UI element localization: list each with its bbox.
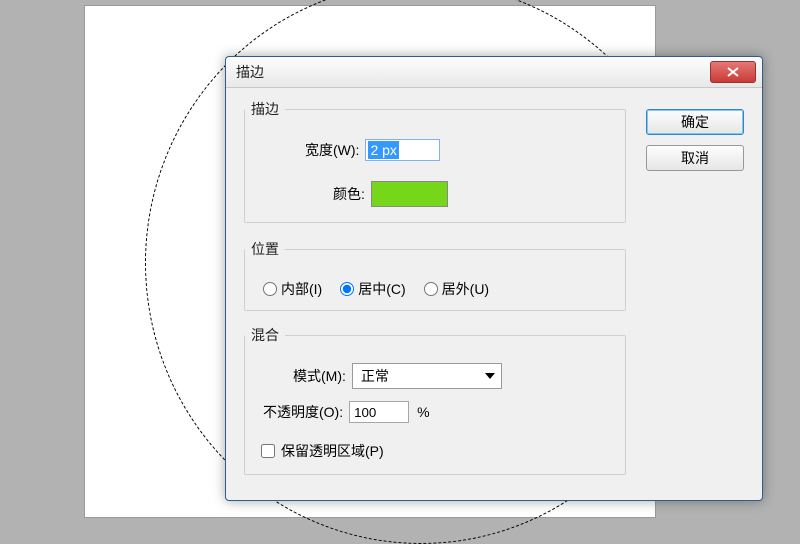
close-button[interactable] <box>710 61 756 83</box>
radio-center-label: 居中(C) <box>358 279 405 299</box>
dialog-body: 描边 宽度(W): 2 px 颜色: 位置 内部(I) <box>226 87 762 500</box>
color-row: 颜色: <box>333 181 448 207</box>
radio-center-input[interactable] <box>340 282 354 296</box>
radio-inside-input[interactable] <box>263 282 277 296</box>
mode-label: 模式(M): <box>293 366 346 386</box>
opacity-label: 不透明度(O): <box>263 402 343 422</box>
cancel-button[interactable]: 取消 <box>646 145 744 171</box>
width-input-selection: 2 px <box>368 141 398 159</box>
dialog-title: 描边 <box>236 62 710 82</box>
width-input-wrap: 2 px <box>365 139 440 161</box>
width-row: 宽度(W): 2 px <box>305 139 440 161</box>
preserve-label: 保留透明区域(P) <box>281 441 384 461</box>
radio-outside-input[interactable] <box>424 282 438 296</box>
opacity-input[interactable] <box>349 401 409 423</box>
opacity-row: 不透明度(O): % <box>263 401 430 423</box>
title-bar: 描边 <box>226 57 762 88</box>
mode-select[interactable]: 正常 <box>352 363 502 389</box>
opacity-unit: % <box>417 404 429 420</box>
blend-group: 混合 模式(M): 正常 不透明度(O): % 保留透明区域(P) <box>244 325 626 475</box>
color-label: 颜色: <box>333 184 365 204</box>
radio-center[interactable]: 居中(C) <box>340 279 405 299</box>
close-icon <box>727 67 739 77</box>
mode-row: 模式(M): 正常 <box>293 363 502 389</box>
position-legend: 位置 <box>245 239 285 259</box>
radio-outside[interactable]: 居外(U) <box>424 279 489 299</box>
position-group: 位置 内部(I) 居中(C) 居外(U) <box>244 239 626 311</box>
mode-value: 正常 <box>361 366 389 386</box>
radio-outside-label: 居外(U) <box>442 279 489 299</box>
stroke-dialog: 描边 描边 宽度(W): 2 px 颜色: 位置 <box>225 56 763 501</box>
ok-button[interactable]: 确定 <box>646 109 744 135</box>
stroke-group: 描边 宽度(W): 2 px 颜色: <box>244 99 626 223</box>
preserve-row: 保留透明区域(P) <box>261 441 384 461</box>
width-label: 宽度(W): <box>305 140 359 160</box>
preserve-checkbox[interactable] <box>261 444 275 458</box>
radio-inside-label: 内部(I) <box>281 279 322 299</box>
position-radio-row: 内部(I) 居中(C) 居外(U) <box>263 279 489 299</box>
color-swatch[interactable] <box>371 181 448 207</box>
stroke-legend: 描边 <box>245 99 285 119</box>
chevron-down-icon <box>485 373 495 379</box>
radio-inside[interactable]: 内部(I) <box>263 279 322 299</box>
blend-legend: 混合 <box>245 325 285 345</box>
